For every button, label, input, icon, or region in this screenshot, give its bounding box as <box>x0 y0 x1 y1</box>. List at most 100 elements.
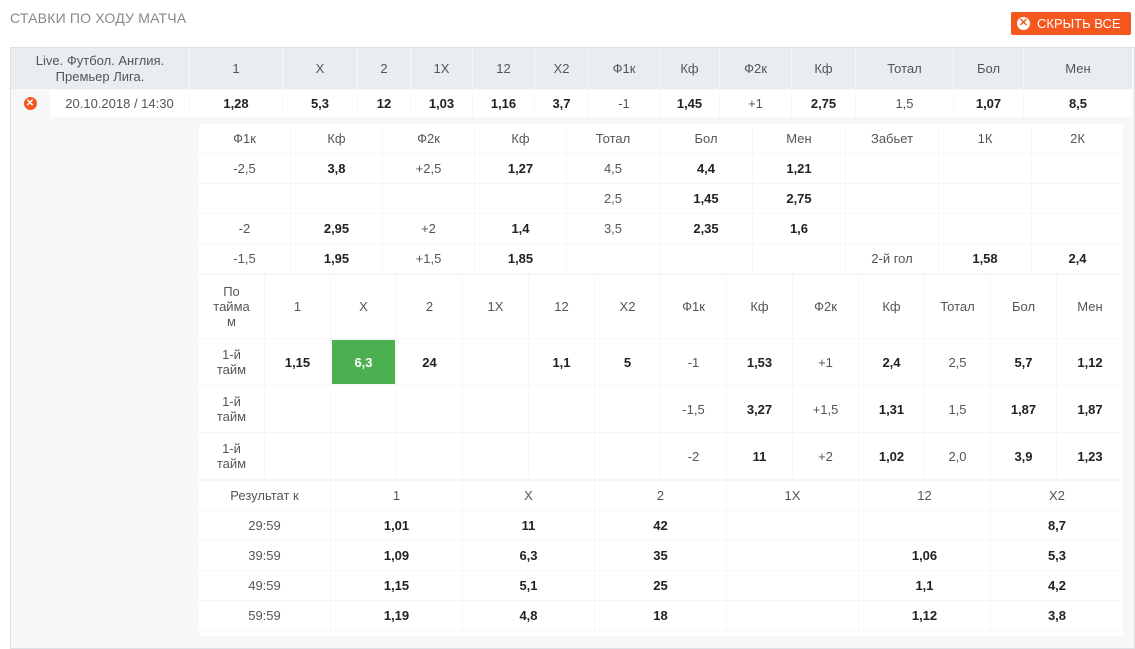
corners-cell[interactable]: 1,4 <box>475 214 566 243</box>
halves-cell[interactable]: 11 <box>727 433 792 479</box>
halves-cell[interactable]: 2,4 <box>859 339 924 385</box>
half-label: 1-й тайм <box>199 386 264 432</box>
corners-cell[interactable]: 2,35 <box>660 214 752 243</box>
halves-cell[interactable]: 1,12 <box>1057 339 1123 385</box>
halves-cell[interactable]: 1,5 <box>925 386 990 432</box>
corners-cell[interactable]: 2,95 <box>291 214 382 243</box>
results-cell[interactable]: 6,3 <box>463 541 594 570</box>
corners-cell[interactable]: 2,4 <box>1032 244 1123 273</box>
main-header-4: 12 <box>473 48 534 89</box>
results-cell[interactable]: 5,1 <box>463 571 594 600</box>
results-cell[interactable]: 35 <box>595 541 726 570</box>
halves-cell[interactable]: 1,1 <box>529 339 594 385</box>
halves-cell[interactable]: 3,27 <box>727 386 792 432</box>
corners-cell[interactable]: -1,5 <box>199 244 290 273</box>
halves-cell[interactable]: 6,3 <box>332 340 395 384</box>
results-cell[interactable]: 4,2 <box>991 571 1123 600</box>
odds-cell[interactable]: 8,5 <box>1024 90 1132 117</box>
odds-cell[interactable]: 12 <box>358 90 410 117</box>
results-cell[interactable]: 1,19 <box>331 601 462 630</box>
corners-cell[interactable]: 1,27 <box>475 154 566 183</box>
main-header-7: Кф <box>660 48 719 89</box>
corners-cell[interactable]: 3,8 <box>291 154 382 183</box>
corners-cell[interactable]: 1,6 <box>753 214 845 243</box>
results-cell[interactable]: 1,06 <box>859 541 990 570</box>
results-cell[interactable]: 1,1 <box>859 571 990 600</box>
halves-cell[interactable]: 1,87 <box>1057 386 1123 432</box>
halves-cell[interactable]: 3,9 <box>991 433 1056 479</box>
halves-header: 12 <box>529 275 594 338</box>
odds-cell[interactable]: 1,16 <box>473 90 534 117</box>
halves-cell[interactable]: 1,15 <box>265 339 330 385</box>
results-cell[interactable]: 8,7 <box>991 511 1123 540</box>
corners-cell[interactable]: 1,85 <box>475 244 566 273</box>
corners-cell[interactable]: 4,5 <box>567 154 659 183</box>
halves-cell[interactable]: 1,31 <box>859 386 924 432</box>
half-label-line-1: 1-й <box>222 347 241 362</box>
halves-cell[interactable]: +2 <box>793 433 858 479</box>
halves-cell[interactable]: 2,5 <box>925 339 990 385</box>
results-cell[interactable]: 18 <box>595 601 726 630</box>
halves-cell[interactable]: +1 <box>793 339 858 385</box>
results-cell[interactable]: 1,15 <box>331 571 462 600</box>
halves-cell[interactable]: -1,5 <box>661 386 726 432</box>
corners-cell[interactable]: -2 <box>199 214 290 243</box>
results-cell[interactable]: 1,12 <box>859 601 990 630</box>
results-cell[interactable]: 11 <box>463 511 594 540</box>
halves-cell[interactable]: 1,23 <box>1057 433 1123 479</box>
halves-cell[interactable]: -2 <box>661 433 726 479</box>
corners-cell[interactable]: 2-й гол <box>846 244 938 273</box>
corners-cell[interactable]: 1,58 <box>939 244 1031 273</box>
half-label-line-2: тайм <box>216 456 247 471</box>
halves-cell[interactable]: 1,53 <box>727 339 792 385</box>
results-cell[interactable]: 42 <box>595 511 726 540</box>
halves-cell[interactable]: 5,7 <box>991 339 1056 385</box>
results-cell[interactable]: 4,8 <box>463 601 594 630</box>
odds-cell[interactable]: 1,45 <box>660 90 719 117</box>
corners-cell[interactable]: -2,5 <box>199 154 290 183</box>
corners-cell[interactable]: 1,21 <box>753 154 845 183</box>
corners-cell[interactable]: +2,5 <box>383 154 474 183</box>
results-cell[interactable]: 1,01 <box>331 511 462 540</box>
league-line-1: Live. Футбол. Англия. <box>35 52 165 68</box>
odds-cell[interactable]: 1,03 <box>411 90 472 117</box>
halves-cell[interactable]: 1,87 <box>991 386 1056 432</box>
halves-cell[interactable]: 5 <box>595 339 660 385</box>
halves-cell <box>595 386 660 432</box>
halves-cell[interactable]: 2,0 <box>925 433 990 479</box>
corners-cell[interactable]: 2,75 <box>753 184 845 213</box>
odds-cell[interactable]: 2,75 <box>792 90 855 117</box>
hide-all-button[interactable]: ✕ СКРЫТЬ ВСЕ <box>1011 12 1131 35</box>
corners-cell[interactable]: 3,5 <box>567 214 659 243</box>
corners-cell[interactable]: +1,5 <box>383 244 474 273</box>
odds-cell[interactable]: 1,5 <box>856 90 953 117</box>
corners-cell[interactable]: 1,95 <box>291 244 382 273</box>
halves-cell[interactable]: +1,5 <box>793 386 858 432</box>
results-cell <box>727 571 858 600</box>
odds-cell[interactable]: 1,28 <box>190 90 282 117</box>
halves-cell[interactable]: 24 <box>397 339 462 385</box>
corners-cell[interactable]: 4,4 <box>660 154 752 183</box>
corners-cell <box>1032 214 1123 243</box>
corners-cell[interactable]: 1,45 <box>660 184 752 213</box>
league-name: Live. Футбол. Англия. Премьер Лига. <box>11 48 189 89</box>
odds-cell[interactable]: +1 <box>720 90 791 117</box>
odds-cell[interactable]: -1 <box>589 90 659 117</box>
halves-cell[interactable]: -1 <box>661 339 726 385</box>
main-header-8: Ф2к <box>720 48 791 89</box>
corners-cell[interactable]: 2,5 <box>567 184 659 213</box>
halves-cell[interactable]: 1,02 <box>859 433 924 479</box>
odds-cell[interactable]: 3,7 <box>535 90 588 117</box>
odds-cell[interactable]: 1,07 <box>954 90 1023 117</box>
main-header-12: Мен <box>1024 48 1132 89</box>
event-row-close[interactable]: ✕ <box>11 90 49 117</box>
results-cell[interactable]: 1,09 <box>331 541 462 570</box>
results-cell[interactable]: 3,8 <box>991 601 1123 630</box>
half-label-line-2: тайм <box>216 362 247 377</box>
results-header: 12 <box>859 481 990 510</box>
results-cell[interactable]: 5,3 <box>991 541 1123 570</box>
corners-cell[interactable]: +2 <box>383 214 474 243</box>
odds-cell[interactable]: 5,3 <box>283 90 357 117</box>
halves-cell <box>595 433 660 479</box>
results-cell[interactable]: 25 <box>595 571 726 600</box>
